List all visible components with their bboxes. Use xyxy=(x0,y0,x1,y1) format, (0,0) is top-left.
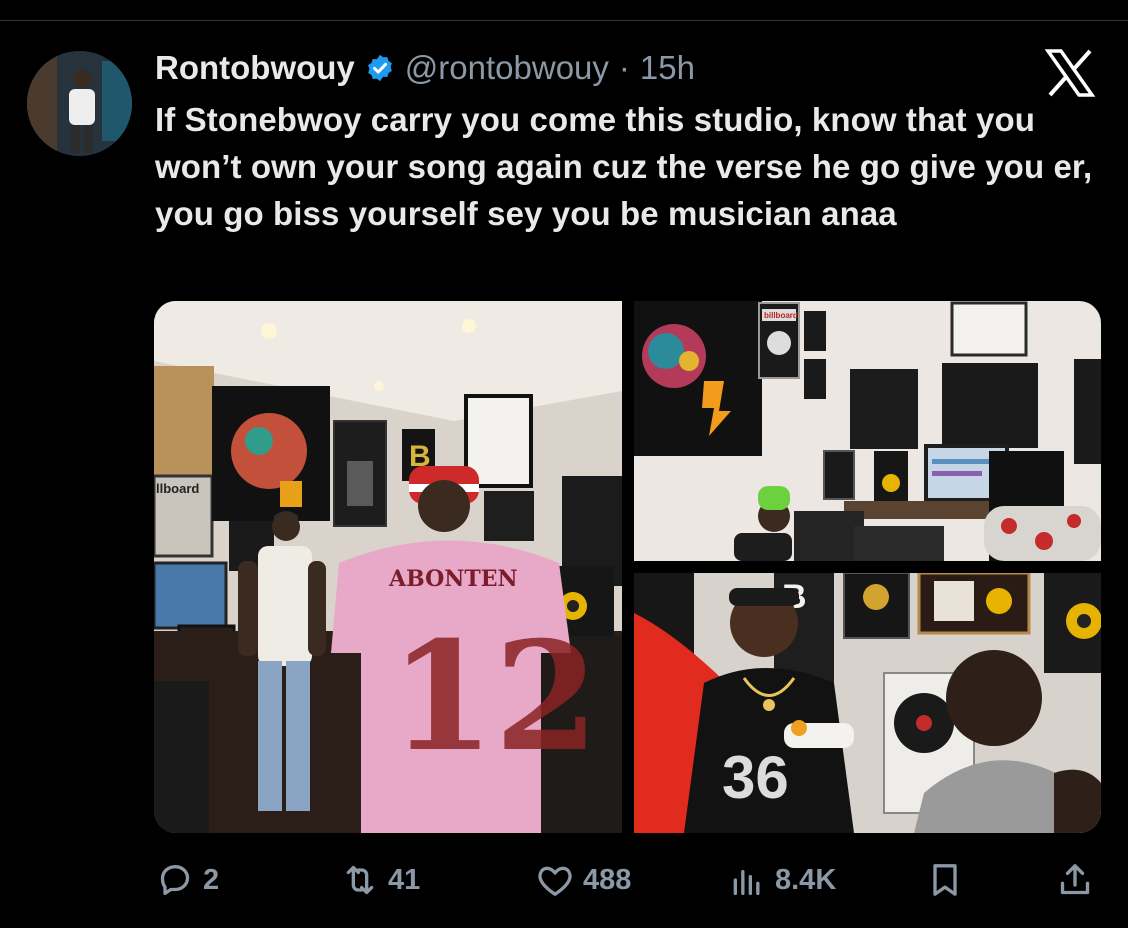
x-logo-icon xyxy=(1044,47,1096,99)
retweet-button[interactable]: 41 xyxy=(340,860,420,900)
media-photo-3[interactable]: B 36 xyxy=(634,573,1101,833)
jersey-name: ABONTEN xyxy=(388,566,518,592)
views-button[interactable]: 8.4K xyxy=(727,860,836,900)
post-time[interactable]: 15h xyxy=(640,49,695,87)
user-handle[interactable]: @rontobwouy xyxy=(405,49,609,87)
display-name[interactable]: Rontobwouy xyxy=(155,49,355,87)
bookmark-button[interactable] xyxy=(925,860,965,900)
verified-badge-icon xyxy=(365,53,395,83)
bookmark-icon xyxy=(933,864,957,896)
reply-icon xyxy=(160,865,190,895)
views-chart-icon xyxy=(733,870,760,895)
media-photo-2[interactable]: billboard xyxy=(634,301,1101,561)
heart-icon xyxy=(538,866,572,896)
media-grid[interactable]: llboard B ABONTEN 12 billboard 36 xyxy=(154,301,1101,833)
retweet-count: 41 xyxy=(388,863,421,896)
reply-count: 2 xyxy=(203,863,220,896)
action-bar: 2 41 488 8.4K xyxy=(0,860,1128,900)
tweet-text: If Stonebwoy carry you come this studio,… xyxy=(155,101,1093,232)
share-button[interactable] xyxy=(1055,860,1095,900)
billboard-plaque-label: llboard xyxy=(156,481,199,496)
like-count: 488 xyxy=(583,863,632,896)
like-button[interactable]: 488 xyxy=(535,860,631,900)
media-photo-1[interactable]: llboard B ABONTEN 12 xyxy=(154,301,622,833)
svg-text:36: 36 xyxy=(722,744,789,811)
tweet-header: Rontobwouy @rontobwouy · 15h xyxy=(155,48,695,88)
share-icon xyxy=(1060,864,1090,895)
top-divider xyxy=(0,20,1128,21)
billboard-plaque-label-2: billboard xyxy=(764,311,798,320)
author-avatar[interactable] xyxy=(27,51,132,156)
reply-button[interactable]: 2 xyxy=(155,860,219,900)
jersey-number: 12 xyxy=(390,609,599,785)
avatar-photo xyxy=(27,51,132,156)
view-count: 8.4K xyxy=(775,863,837,896)
separator-dot: · xyxy=(618,49,630,86)
retweet-icon xyxy=(346,865,374,895)
